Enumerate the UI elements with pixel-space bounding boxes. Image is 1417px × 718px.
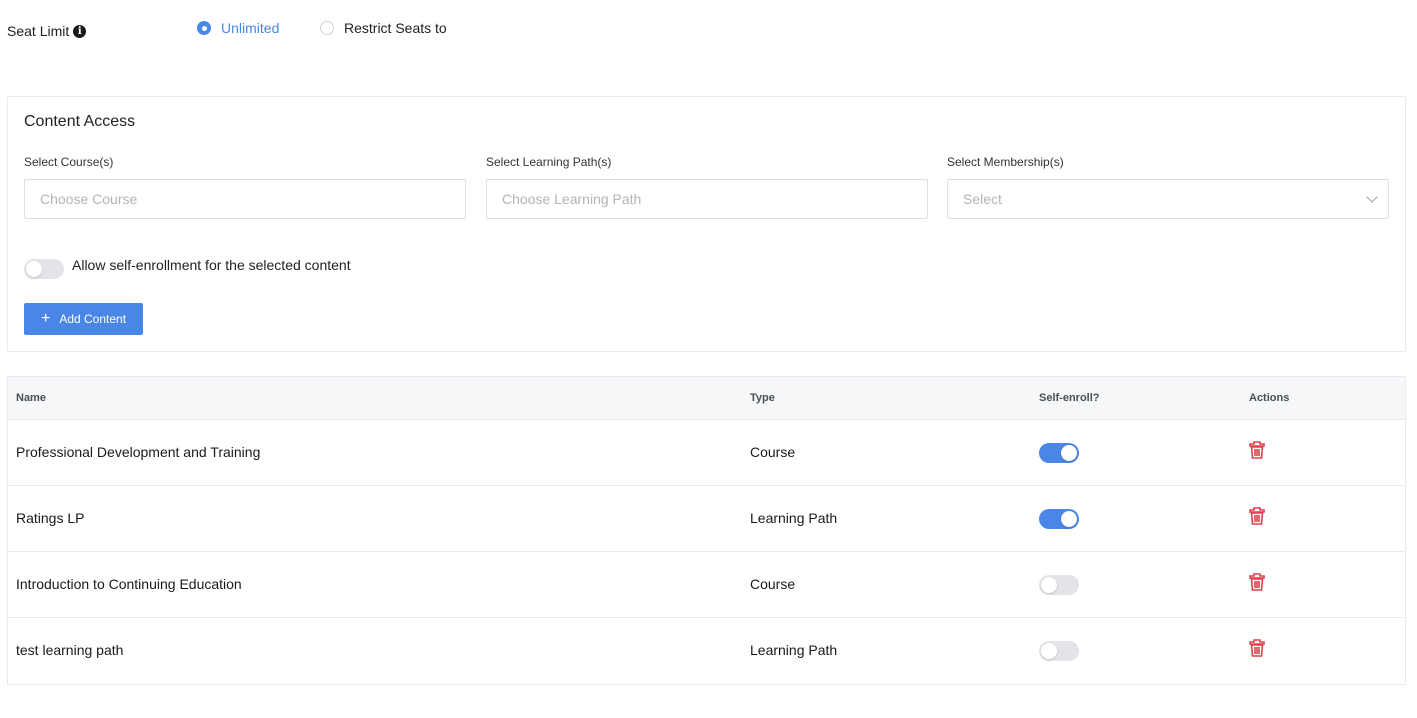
seat-limit-text: Seat Limit: [7, 23, 70, 39]
add-content-button[interactable]: + Add Content: [24, 303, 143, 335]
row-actions: [1249, 441, 1265, 459]
content-table: Name Type Self-enroll? Actions Professio…: [7, 376, 1406, 685]
header-type[interactable]: Type: [750, 392, 775, 404]
radio-unlimited-dot[interactable]: [197, 21, 211, 35]
content-access-title: Content Access: [24, 113, 136, 130]
row-type: Learning Path: [750, 642, 838, 658]
trash-icon[interactable]: [1249, 441, 1265, 459]
row-self-enroll-toggle[interactable]: [1039, 641, 1079, 661]
trash-icon[interactable]: [1249, 573, 1265, 591]
course-field: Select Course(s) Choose Course: [24, 155, 466, 219]
row-self-enroll-cell: [1039, 509, 1079, 532]
radio-restrict-seats-dot[interactable]: [320, 21, 334, 35]
radio-unlimited[interactable]: Unlimited: [197, 20, 279, 36]
learning-path-input[interactable]: Choose Learning Path: [486, 179, 928, 219]
header-actions: Actions: [1249, 392, 1290, 404]
course-input-placeholder: Choose Course: [40, 191, 138, 207]
trash-icon[interactable]: [1249, 639, 1265, 657]
membership-field: Select Membership(s) Select: [947, 155, 1389, 219]
course-input[interactable]: Choose Course: [24, 179, 466, 219]
content-access-card: Content Access Select Course(s) Choose C…: [7, 96, 1406, 352]
table-header: Name Type Self-enroll? Actions: [8, 377, 1405, 420]
row-name: Professional Development and Training: [16, 444, 261, 460]
learning-path-field: Select Learning Path(s) Choose Learning …: [486, 155, 928, 219]
chevron-down-icon[interactable]: [1366, 191, 1378, 203]
row-self-enroll-toggle[interactable]: [1039, 443, 1079, 463]
row-actions: [1249, 573, 1265, 591]
trash-icon[interactable]: [1249, 507, 1265, 525]
row-name: Introduction to Continuing Education: [16, 576, 242, 592]
learning-path-field-label: Select Learning Path(s): [486, 155, 612, 169]
info-icon[interactable]: i: [73, 24, 87, 38]
course-field-label: Select Course(s): [24, 155, 114, 169]
membership-select[interactable]: Select: [947, 179, 1389, 219]
table-row: test learning path Learning Path: [8, 618, 1405, 684]
membership-field-label: Select Membership(s): [947, 155, 1064, 169]
row-type: Course: [750, 444, 796, 460]
table-row: Professional Development and Training Co…: [8, 420, 1405, 486]
add-content-label: Add Content: [59, 312, 127, 326]
radio-restrict-seats-label[interactable]: Restrict Seats to: [344, 20, 447, 36]
learning-path-input-placeholder: Choose Learning Path: [502, 191, 642, 207]
self-enroll-toggle[interactable]: [24, 259, 64, 279]
table-row: Ratings LP Learning Path: [8, 486, 1405, 552]
row-self-enroll-toggle[interactable]: [1039, 575, 1079, 595]
seat-limit-label: Seat Limit i: [7, 23, 87, 39]
self-enroll-option: Allow self-enrollment for the selected c…: [24, 257, 351, 279]
header-self-enroll[interactable]: Self-enroll?: [1039, 392, 1100, 404]
row-self-enroll-cell: [1039, 443, 1079, 466]
row-actions: [1249, 639, 1265, 657]
row-name: Ratings LP: [16, 510, 85, 526]
row-type: Course: [750, 576, 796, 592]
row-actions: [1249, 507, 1265, 525]
header-name[interactable]: Name: [16, 392, 46, 404]
radio-restrict-seats[interactable]: Restrict Seats to: [320, 20, 447, 36]
row-self-enroll-toggle[interactable]: [1039, 509, 1079, 529]
row-name: test learning path: [16, 642, 124, 658]
membership-select-placeholder: Select: [963, 191, 1002, 207]
table-row: Introduction to Continuing Education Cou…: [8, 552, 1405, 618]
row-type: Learning Path: [750, 510, 838, 526]
row-self-enroll-cell: [1039, 575, 1079, 598]
row-self-enroll-cell: [1039, 641, 1079, 664]
seat-limit-row: Seat Limit i Unlimited Restrict Seats to: [7, 18, 707, 44]
self-enroll-label: Allow self-enrollment for the selected c…: [72, 257, 351, 273]
radio-unlimited-label[interactable]: Unlimited: [221, 20, 279, 36]
plus-icon: +: [40, 310, 51, 327]
